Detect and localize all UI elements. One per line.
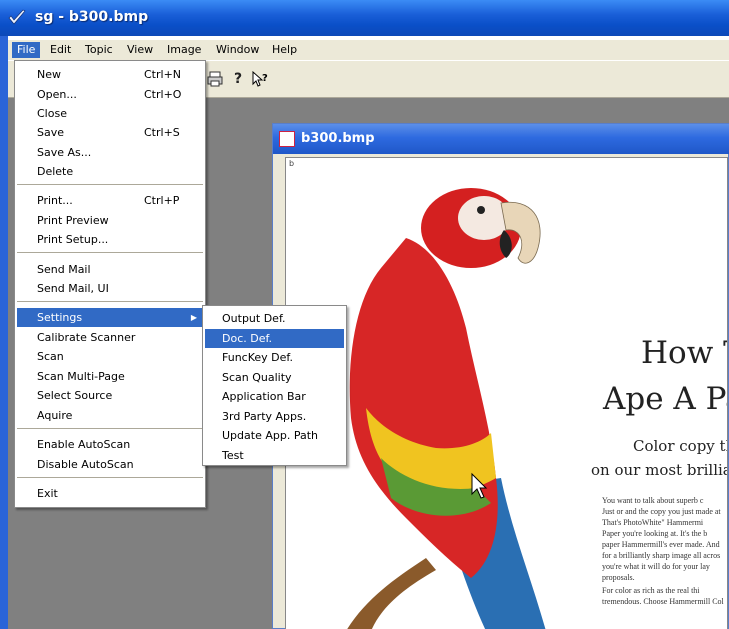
file-menu: New Ctrl+N Open... Ctrl+O Close Save Ctrl+S… [14, 60, 206, 508]
menu-item-scan-multi-page[interactable]: Scan Multi-Page [17, 367, 203, 386]
menu-item-select-source[interactable]: Select Source [17, 386, 203, 405]
submenu-item-funckey-def[interactable]: FuncKey Def. [205, 348, 344, 367]
ad-body-line: for a brilliantly sharp image all acros [602, 551, 721, 560]
ad-headline-1: How To [641, 335, 727, 371]
submenu-item-scan-quality[interactable]: Scan Quality [205, 368, 344, 387]
app-titlebar[interactable]: sg - b300.bmp [0, 0, 729, 36]
menu-item-print[interactable]: Print... Ctrl+P [17, 191, 203, 210]
ad-body-line: Paper you're looking at. It's the b [602, 529, 708, 538]
submenu-arrow-icon: ▶ [190, 313, 197, 322]
menu-separator [17, 252, 203, 254]
print-icon[interactable] [204, 68, 226, 90]
ad-body-line: tremendous. Choose Hammermill Col [602, 597, 724, 606]
ad-body-line: For color as rich as the real thi [602, 586, 700, 595]
menu-item-exit[interactable]: Exit [17, 484, 203, 503]
ad-body-line: paper Hammermill's ever made. And [602, 540, 720, 549]
menu-item-save-as[interactable]: Save As... [17, 143, 203, 162]
ad-body-line: Just or and the copy you just made at [602, 507, 721, 516]
ad-headline-2: Ape A Par [603, 381, 727, 417]
menu-item-new[interactable]: New Ctrl+N [17, 65, 203, 84]
menu-item-calibrate-scanner[interactable]: Calibrate Scanner [17, 328, 203, 347]
menu-image[interactable]: Image [162, 42, 206, 58]
menu-item-scan[interactable]: Scan [17, 347, 203, 366]
menu-view[interactable]: View [122, 42, 158, 58]
document-icon [279, 131, 295, 147]
submenu-item-application-bar[interactable]: Application Bar [205, 387, 344, 406]
menu-window[interactable]: Window [211, 42, 264, 58]
ad-body-line: You want to talk about superb c [602, 496, 704, 505]
menu-item-disable-autoscan[interactable]: Disable AutoScan [17, 455, 203, 474]
menu-separator [17, 184, 203, 186]
ad-body-line: That's PhotoWhite" Hammermi [602, 518, 704, 527]
context-help-icon[interactable]: ? [250, 68, 272, 90]
child-window-title: b300.bmp [301, 131, 375, 146]
menubar: File Edit Topic View Image Window Help [8, 40, 729, 60]
menu-edit[interactable]: Edit [45, 42, 76, 58]
menu-item-close[interactable]: Close [17, 104, 203, 123]
help-icon[interactable]: ? [227, 68, 249, 90]
submenu-item-test[interactable]: Test [205, 446, 344, 465]
submenu-item-3rd-party-apps[interactable]: 3rd Party Apps. [205, 407, 344, 426]
menu-item-settings[interactable]: Settings ▶ [17, 308, 203, 327]
menu-item-open[interactable]: Open... Ctrl+O [17, 85, 203, 104]
menu-item-save[interactable]: Save Ctrl+S [17, 123, 203, 142]
menu-item-delete[interactable]: Delete [17, 162, 203, 181]
menu-item-print-preview[interactable]: Print Preview [17, 211, 203, 230]
menu-separator [17, 301, 203, 303]
image-canvas[interactable]: b How To Ape A Par Color copy this [285, 157, 728, 629]
window-title: sg - b300.bmp [35, 9, 149, 25]
menu-topic[interactable]: Topic [80, 42, 118, 58]
menu-item-aquire[interactable]: Aquire [17, 406, 203, 425]
menu-separator [17, 428, 203, 430]
menu-file[interactable]: File [12, 42, 41, 58]
submenu-item-doc-def[interactable]: Doc. Def. [205, 329, 344, 348]
menu-separator [17, 477, 203, 479]
submenu-item-update-app-path[interactable]: Update App. Path [205, 426, 344, 445]
submenu-item-output-def[interactable]: Output Def. [205, 309, 344, 328]
menu-item-enable-autoscan[interactable]: Enable AutoScan [17, 435, 203, 454]
ad-body-line: proposals. [602, 573, 635, 582]
window-frame-left [0, 36, 8, 629]
menu-help[interactable]: Help [267, 42, 302, 58]
ad-subhead-2: on our most brilliant pa [591, 461, 727, 479]
menu-item-send-mail[interactable]: Send Mail [17, 260, 203, 279]
settings-submenu: Output Def. Doc. Def. FuncKey Def. Scan … [202, 305, 347, 466]
svg-text:?: ? [262, 73, 268, 84]
menu-item-send-mail-ui[interactable]: Send Mail, UI [17, 279, 203, 298]
menu-item-print-setup[interactable]: Print Setup... [17, 230, 203, 249]
ad-subhead-1: Color copy this [633, 437, 727, 455]
child-titlebar[interactable]: b300.bmp [273, 124, 729, 154]
ad-body-line: you're what it will do for your lay [602, 562, 710, 571]
checkmark-app-icon [8, 9, 26, 25]
